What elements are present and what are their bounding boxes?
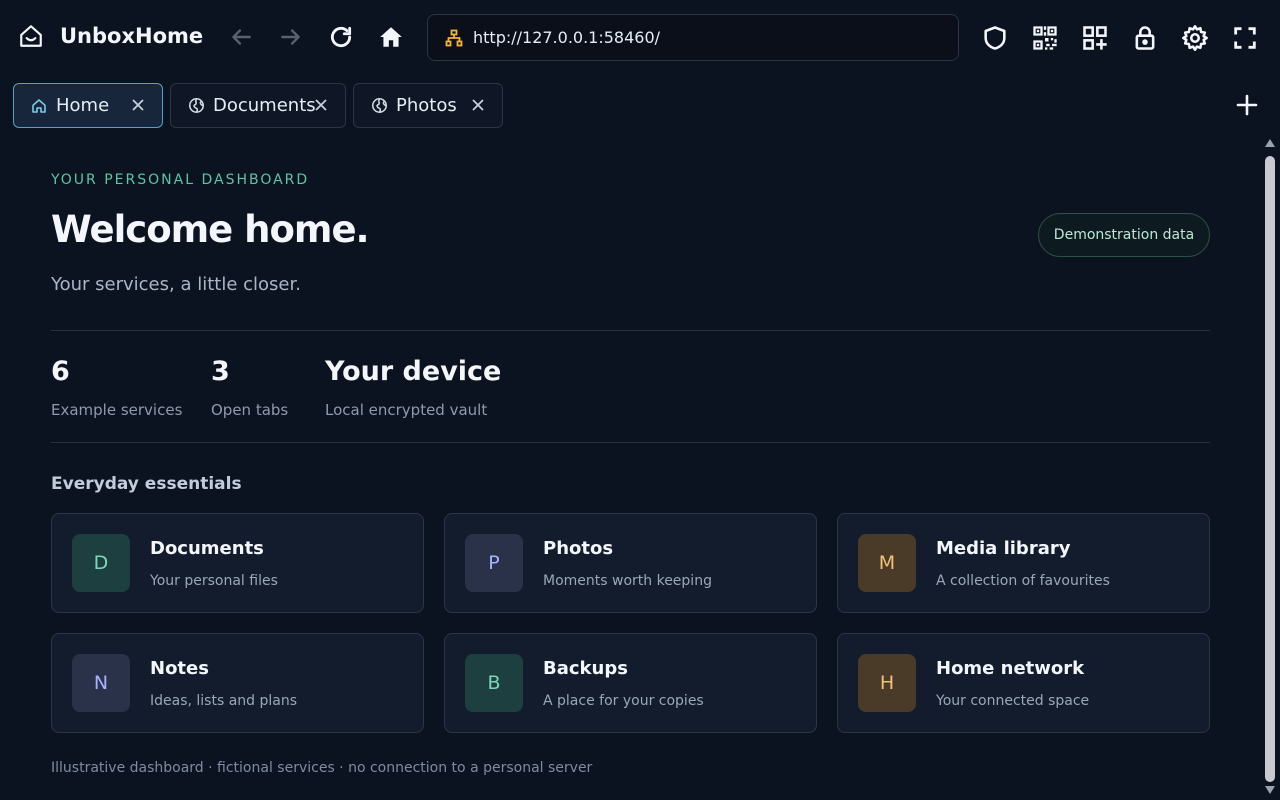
close-icon[interactable] bbox=[468, 95, 488, 115]
close-icon[interactable] bbox=[311, 95, 331, 115]
service-subtitle: Ideas, lists and plans bbox=[150, 693, 298, 709]
tab-label: Documents bbox=[213, 95, 316, 116]
service-subtitle: Moments worth keeping bbox=[543, 573, 712, 589]
service-letter-badge: N bbox=[72, 654, 130, 712]
back-button[interactable] bbox=[226, 22, 256, 52]
stat-label: Local encrypted vault bbox=[325, 401, 488, 419]
tab-label: Photos bbox=[396, 95, 457, 116]
service-title: Backups bbox=[543, 658, 628, 679]
stat-label: Example services bbox=[51, 401, 183, 419]
globe-icon bbox=[370, 97, 388, 115]
service-card-media-library[interactable]: M Media library A collection of favourit… bbox=[837, 513, 1210, 613]
tab-documents[interactable]: Documents bbox=[170, 83, 346, 128]
service-subtitle: A collection of favourites bbox=[936, 573, 1110, 589]
dashboard-eyebrow: YOUR PERSONAL DASHBOARD bbox=[51, 172, 310, 188]
service-letter-badge: M bbox=[858, 534, 916, 592]
home-icon bbox=[30, 97, 48, 115]
lock-icon bbox=[1135, 26, 1155, 50]
reload-button[interactable] bbox=[326, 22, 356, 52]
stat-value: Your device bbox=[325, 356, 502, 387]
close-icon[interactable] bbox=[128, 95, 148, 115]
arrow-right-icon bbox=[281, 29, 300, 45]
new-tab-plus-icon[interactable] bbox=[1234, 92, 1260, 118]
gear-icon bbox=[1182, 25, 1208, 51]
tab-label: Home bbox=[56, 95, 110, 116]
qr-add-icon bbox=[1083, 26, 1107, 50]
service-card-documents[interactable]: D Documents Your personal files bbox=[51, 513, 424, 613]
service-title: Notes bbox=[150, 658, 209, 679]
footer-note: Illustrative dashboard · fictional servi… bbox=[51, 760, 593, 776]
service-subtitle: A place for your copies bbox=[543, 693, 704, 709]
service-letter-badge: D bbox=[72, 534, 130, 592]
stat-device: Your device Local encrypted vault bbox=[325, 356, 501, 419]
qr-code-button[interactable] bbox=[1030, 22, 1060, 54]
home-logo-icon bbox=[20, 25, 42, 47]
demonstration-data-badge: Demonstration data bbox=[1038, 213, 1210, 257]
stat-label: Open tabs bbox=[211, 401, 289, 419]
home-button[interactable] bbox=[376, 22, 406, 52]
scroll-thumb[interactable] bbox=[1265, 156, 1275, 782]
service-title: Media library bbox=[936, 538, 1071, 559]
service-card-home-network[interactable]: H Home network Your connected space bbox=[837, 633, 1210, 733]
home-icon bbox=[380, 27, 402, 47]
reload-icon bbox=[331, 26, 352, 48]
lock-button[interactable] bbox=[1130, 22, 1160, 54]
divider bbox=[51, 330, 1210, 331]
add-qr-button[interactable] bbox=[1080, 22, 1110, 54]
fullscreen-icon bbox=[1234, 27, 1256, 49]
address-bar[interactable]: http://127.0.0.1:58460/ bbox=[427, 14, 959, 61]
stat-value: 3 bbox=[211, 356, 230, 387]
fullscreen-button[interactable] bbox=[1230, 22, 1260, 54]
sitemap-icon bbox=[445, 29, 463, 47]
service-letter-badge: B bbox=[465, 654, 523, 712]
service-letter-badge: P bbox=[465, 534, 523, 592]
service-card-backups[interactable]: B Backups A place for your copies bbox=[444, 633, 817, 733]
globe-icon bbox=[187, 97, 205, 115]
tab-photos[interactable]: Photos bbox=[353, 83, 503, 128]
tab-bar: Home Documents Photos bbox=[0, 76, 1280, 134]
service-title: Documents bbox=[150, 538, 264, 559]
page-title: Welcome home. bbox=[51, 208, 370, 251]
stat-open-tabs: 3 Open tabs bbox=[211, 356, 288, 419]
settings-button[interactable] bbox=[1180, 22, 1210, 54]
arrow-left-icon bbox=[232, 29, 251, 45]
qr-code-icon bbox=[1033, 26, 1057, 50]
scroll-down-arrow-icon[interactable] bbox=[1265, 786, 1275, 794]
service-title: Photos bbox=[543, 538, 614, 559]
browser-toolbar: UnboxHome http://127.0.0.1:58460/ bbox=[0, 0, 1280, 76]
service-letter-badge: H bbox=[858, 654, 916, 712]
vertical-scrollbar[interactable] bbox=[1262, 136, 1278, 800]
scroll-up-arrow-icon[interactable] bbox=[1265, 139, 1275, 147]
service-subtitle: Your connected space bbox=[936, 693, 1090, 709]
stat-value: 6 bbox=[51, 356, 70, 387]
tab-home[interactable]: Home bbox=[13, 83, 163, 128]
app-name: UnboxHome bbox=[60, 24, 204, 48]
service-subtitle: Your personal files bbox=[150, 573, 278, 589]
service-card-photos[interactable]: P Photos Moments worth keeping bbox=[444, 513, 817, 613]
page-subtitle: Your services, a little closer. bbox=[51, 274, 301, 295]
url-text: http://127.0.0.1:58460/ bbox=[473, 28, 661, 47]
service-card-notes[interactable]: N Notes Ideas, lists and plans bbox=[51, 633, 424, 733]
stat-services: 6 Example services bbox=[51, 356, 182, 419]
divider bbox=[51, 442, 1210, 443]
service-title: Home network bbox=[936, 658, 1085, 679]
shield-icon bbox=[984, 26, 1006, 50]
shield-button[interactable] bbox=[980, 22, 1010, 54]
section-title: Everyday essentials bbox=[51, 474, 242, 494]
forward-button[interactable] bbox=[276, 22, 306, 52]
